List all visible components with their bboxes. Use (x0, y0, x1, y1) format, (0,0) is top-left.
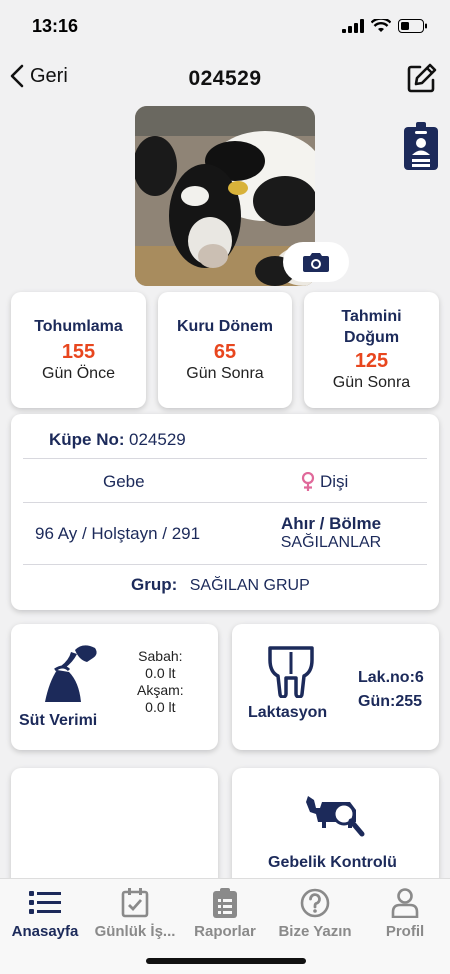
question-icon (300, 888, 330, 918)
user-icon (391, 888, 419, 918)
clipboard-icon (213, 888, 237, 918)
divider (23, 564, 427, 565)
battery-icon (398, 19, 427, 33)
chevron-left-icon (10, 64, 24, 88)
evening-label: Akşam: (137, 682, 184, 698)
insemination-card[interactable]: Tohumlama 155 Gün Önce (11, 292, 146, 408)
status-icons (342, 19, 428, 33)
female-icon (301, 472, 315, 491)
status-bar: 13:16 (0, 0, 450, 52)
barn-value: SAĞILANLAR (280, 534, 382, 551)
pregnancy-status: Gebe (103, 472, 145, 491)
tab-profile-label: Profil (385, 923, 425, 940)
back-label: Geri (30, 64, 68, 87)
insemination-value: 155 (61, 341, 96, 363)
milk-yield-title: Süt Verimi (19, 712, 98, 729)
milk-yield-card[interactable]: Süt Verimi Sabah: 0.0 lt Akşam: 0.0 lt (11, 624, 218, 750)
insemination-title: Tohumlama (34, 318, 123, 335)
tab-contact[interactable]: Bize Yazın (270, 887, 360, 940)
id-card-button[interactable] (404, 122, 438, 175)
lactation-card[interactable]: Laktasyon Lak.no:6 Gün:255 (232, 624, 439, 750)
list-icon (29, 891, 61, 914)
udder-icon (268, 646, 314, 698)
camera-icon (303, 253, 329, 272)
group-label: Grup: (131, 575, 178, 594)
divider (23, 458, 427, 459)
tag-number-row: Küpe No: 024529 (49, 430, 450, 450)
milk-values: Sabah: 0.0 lt Akşam: 0.0 lt (137, 648, 184, 716)
back-button[interactable]: Geri (10, 64, 68, 88)
tab-reports-label: Raporlar (194, 923, 256, 940)
group-row: Grup: SAĞILAN GRUP (131, 575, 450, 595)
morning-label: Sabah: (138, 648, 183, 664)
signal-icon (342, 19, 364, 33)
pregnancy-check-title: Gebelik Kontrolü (268, 854, 397, 871)
tag-number-label: Küpe No: (49, 430, 125, 449)
age-breed-value: 96 Ay / Holştayn / 291 (35, 524, 201, 543)
cow-search-icon (306, 796, 365, 837)
expected-birth-sub: Gün Sonra (332, 374, 411, 391)
milk-pour-icon (45, 645, 97, 702)
barn-label: Ahır / Bölme (280, 514, 382, 533)
lactation-values: Lak.no:6 Gün:255 (358, 666, 424, 714)
expected-birth-title: Tahmini Doğum (341, 308, 402, 346)
tab-daily-tasks[interactable]: Günlük İş... (90, 887, 180, 940)
id-badge-icon (404, 122, 438, 170)
tag-number-value: 024529 (129, 430, 186, 449)
animal-info-card: Küpe No: 024529 Gebe Dişi 96 Ay / Holşta… (11, 414, 439, 610)
lactation-title: Laktasyon (248, 704, 328, 721)
nav-bar: Geri 024529 (0, 56, 450, 102)
gender: Dişi (301, 472, 348, 492)
dry-period-card[interactable]: Kuru Dönem 65 Gün Sonra (158, 292, 292, 408)
pregnancy-check-card[interactable]: Gebelik Kontrolü (232, 768, 439, 888)
gender-value: Dişi (320, 472, 349, 491)
camera-button[interactable] (283, 242, 349, 282)
edit-icon (407, 63, 437, 93)
group-value: SAĞILAN GRUP (189, 577, 310, 594)
lactation-day: Gün:255 (358, 693, 423, 710)
tab-home[interactable]: Anasayfa (0, 887, 90, 940)
tab-contact-label: Bize Yazın (278, 923, 352, 940)
home-indicator (146, 958, 306, 964)
dry-period-title: Kuru Dönem (177, 318, 273, 335)
page-title: 024529 (188, 67, 262, 90)
tab-profile[interactable]: Profil (360, 887, 450, 940)
empty-card[interactable] (11, 768, 218, 888)
lactation-number: Lak.no:6 (358, 669, 424, 686)
barn-section: Ahır / Bölme SAĞILANLAR (261, 514, 401, 552)
tab-reports[interactable]: Raporlar (180, 887, 270, 940)
tab-home-label: Anasayfa (11, 923, 79, 940)
divider (23, 502, 427, 503)
status-time: 13:16 (32, 15, 79, 36)
evening-value: 0.0 lt (145, 699, 176, 715)
tab-daily-tasks-label: Günlük İş... (94, 923, 176, 940)
edit-button[interactable] (406, 62, 438, 99)
insemination-sub: Gün Önce (42, 365, 115, 382)
dry-period-sub: Gün Sonra (186, 365, 264, 382)
wifi-icon (371, 19, 391, 32)
morning-value: 0.0 lt (145, 665, 176, 681)
expected-birth-card[interactable]: Tahmini Doğum 125 Gün Sonra (304, 292, 439, 408)
calendar-check-icon (121, 888, 149, 918)
dry-period-value: 65 (213, 341, 237, 363)
expected-birth-value: 125 (354, 350, 389, 372)
